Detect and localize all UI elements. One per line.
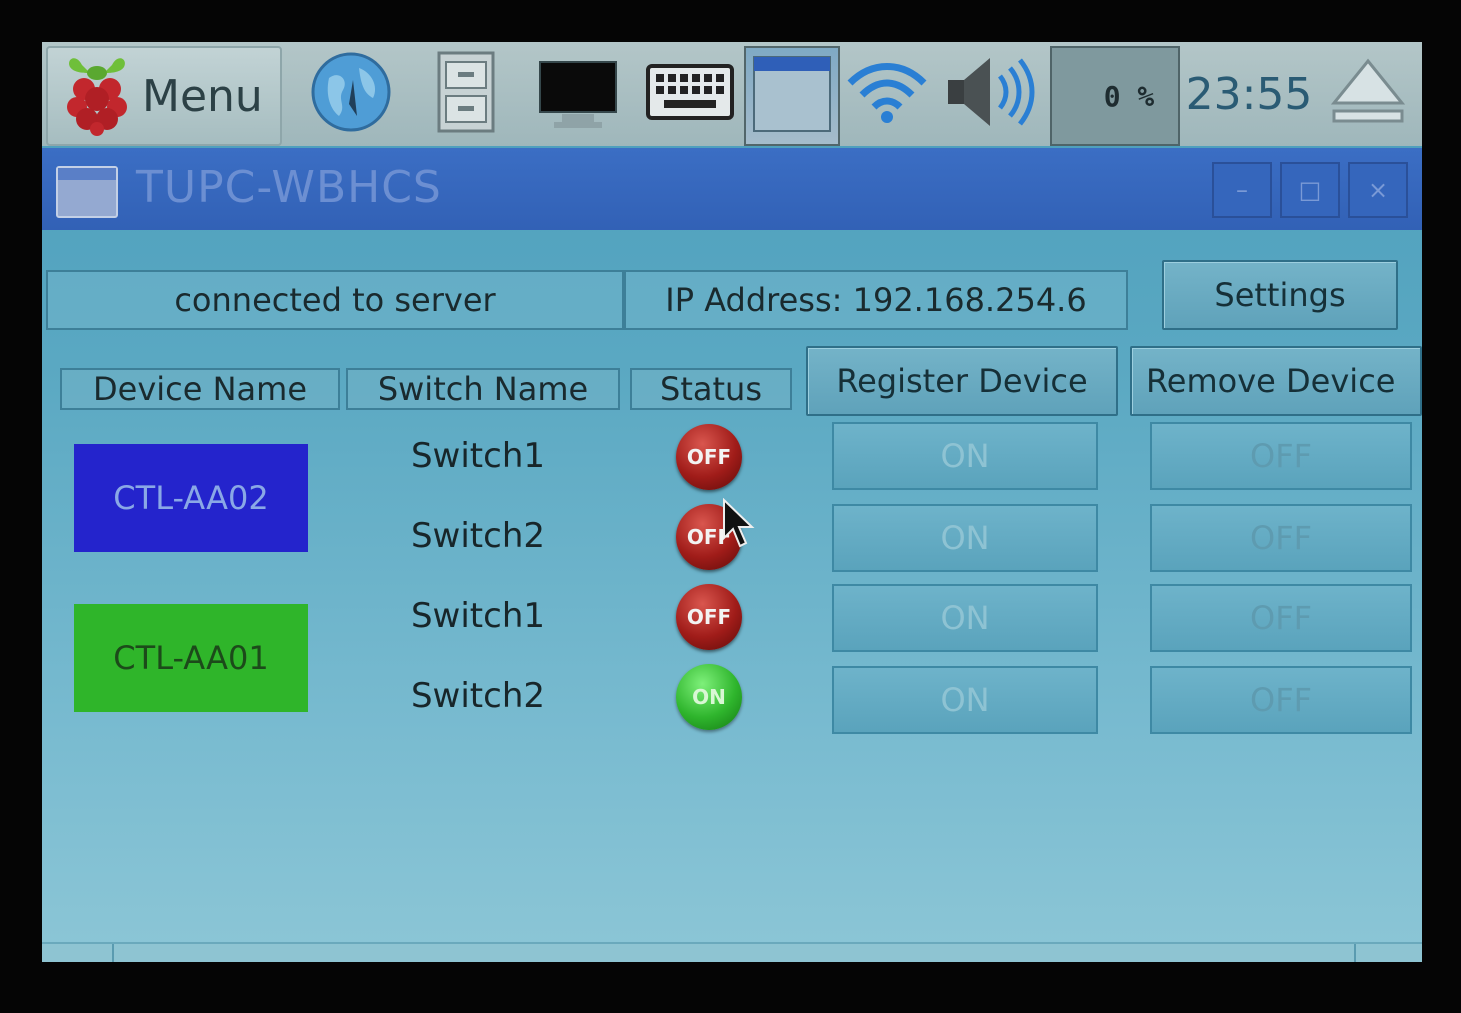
- switch-on-button[interactable]: ON: [832, 584, 1098, 652]
- cpu-usage-text: 0 %: [1103, 79, 1155, 113]
- file-cabinet-icon: [436, 50, 496, 138]
- settings-button[interactable]: Settings: [1162, 260, 1398, 330]
- column-header-status: Status: [630, 368, 792, 410]
- window-title: TUPC-WBHCS: [136, 162, 442, 213]
- eject-icon: [1330, 57, 1406, 131]
- register-device-button[interactable]: Register Device: [806, 346, 1118, 416]
- app-window-icon: [56, 166, 118, 218]
- switch-off-button[interactable]: OFF: [1150, 666, 1412, 734]
- close-icon: ×: [1367, 176, 1389, 204]
- taskbar: Menu 0 % 23:55: [42, 42, 1422, 146]
- switch-off-button[interactable]: OFF: [1150, 504, 1412, 572]
- raspberry-icon: [60, 51, 134, 141]
- maximize-icon: □: [1298, 176, 1322, 204]
- switch-on-button[interactable]: ON: [832, 666, 1098, 734]
- window-icon: [752, 55, 832, 137]
- file-manager-launcher[interactable]: [430, 46, 502, 142]
- remove-device-button[interactable]: Remove Device: [1130, 346, 1422, 416]
- close-button[interactable]: ×: [1348, 162, 1408, 218]
- switch-on-button[interactable]: ON: [832, 422, 1098, 490]
- volume-control[interactable]: [940, 46, 1040, 142]
- switch-name: Switch1: [410, 436, 546, 476]
- device-label-ctl-aa02[interactable]: CTL-AA02: [74, 444, 308, 552]
- switch-name: Switch1: [410, 596, 546, 636]
- switch-on-button[interactable]: ON: [832, 504, 1098, 572]
- terminal-launcher[interactable]: [536, 46, 620, 142]
- mouse-cursor-icon: [722, 497, 756, 554]
- taskbar-window-button[interactable]: [744, 46, 840, 146]
- wifi-status[interactable]: [842, 46, 932, 142]
- web-browser-launcher[interactable]: [304, 46, 398, 142]
- device-label-ctl-aa01[interactable]: CTL-AA01: [74, 604, 308, 712]
- keyboard-icon: [646, 64, 734, 124]
- menu-button[interactable]: Menu: [46, 46, 282, 146]
- wifi-icon: [844, 57, 930, 131]
- eject-button[interactable]: [1326, 46, 1410, 142]
- horizontal-scrollbar[interactable]: [42, 942, 1422, 962]
- maximize-button[interactable]: □: [1280, 162, 1340, 218]
- scrollbar-left-segment[interactable]: [42, 944, 114, 962]
- status-indicator: OFF: [676, 424, 742, 490]
- switch-name: Switch2: [410, 516, 546, 556]
- switch-name: Switch2: [410, 676, 546, 716]
- switch-off-button[interactable]: OFF: [1150, 422, 1412, 490]
- column-header-switch-name: Switch Name: [346, 368, 620, 410]
- cpu-monitor: 0 %: [1050, 46, 1180, 146]
- minimize-icon: –: [1236, 176, 1248, 204]
- status-indicator: ON: [676, 664, 742, 730]
- globe-icon: [309, 50, 393, 138]
- clock[interactable]: 23:55: [1186, 46, 1313, 142]
- speaker-icon: [942, 50, 1038, 138]
- column-header-device-name: Device Name: [60, 368, 340, 410]
- switch-off-button[interactable]: OFF: [1150, 584, 1412, 652]
- onscreen-keyboard-launcher[interactable]: [644, 46, 736, 142]
- ip-address-field: IP Address: 192.168.254.6: [624, 270, 1128, 330]
- minimize-button[interactable]: –: [1212, 162, 1272, 218]
- desktop-screen: Menu 0 % 23:55 TUPC-WBHCS – □ × connecte…: [42, 42, 1422, 962]
- menu-label: Menu: [142, 70, 263, 122]
- status-indicator: OFF: [676, 584, 742, 650]
- terminal-icon: [538, 52, 618, 136]
- scrollbar-right-divider: [1354, 944, 1356, 962]
- window-titlebar[interactable]: TUPC-WBHCS – □ ×: [42, 148, 1422, 230]
- connection-status-field: connected to server: [46, 270, 624, 330]
